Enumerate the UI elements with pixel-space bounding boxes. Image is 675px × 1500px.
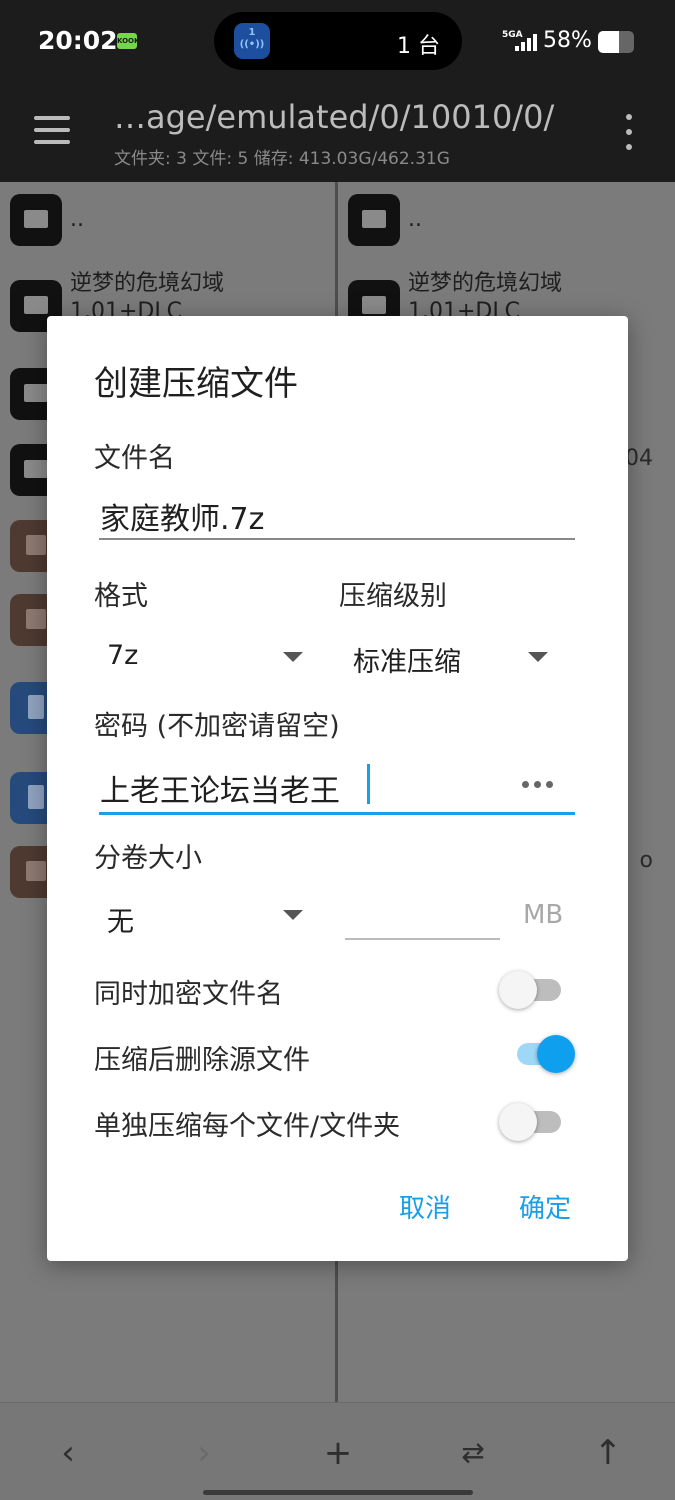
encrypt-filenames-label: 同时加密文件名 xyxy=(94,979,283,1010)
encrypt-filenames-toggle[interactable] xyxy=(499,970,565,1010)
filename-field[interactable]: 家庭教师.7z xyxy=(100,494,264,538)
cancel-button[interactable]: 取消 xyxy=(399,1188,451,1225)
swap-icon[interactable]: ⇄ xyxy=(453,1433,493,1473)
list-item[interactable]: .. xyxy=(338,192,675,256)
file-meta: o xyxy=(639,848,653,873)
toolbar: …age/emulated/0/10010/0/ 文件夹: 3 文件: 5 储存… xyxy=(0,86,675,182)
confirm-button[interactable]: 确定 xyxy=(519,1188,571,1225)
current-path[interactable]: …age/emulated/0/10010/0/ xyxy=(114,98,554,136)
delete-source-toggle[interactable] xyxy=(511,1034,577,1074)
status-bar: 20:02 KOOK 1 ((•)) 1 台 5GA 58% xyxy=(0,0,675,86)
signal-icon xyxy=(515,33,537,51)
menu-icon[interactable] xyxy=(34,116,70,144)
dynamic-island[interactable]: 1 ((•)) 1 台 xyxy=(214,12,462,70)
path-stats: 文件夹: 3 文件: 5 储存: 413.03G/462.31G xyxy=(114,149,450,169)
password-underline xyxy=(99,812,575,815)
password-label: 密码 (不加密请留空) xyxy=(94,711,340,742)
dialog-title: 创建压缩文件 xyxy=(94,364,298,404)
file-name: .. xyxy=(70,207,84,232)
folder-icon xyxy=(10,194,62,246)
volume-size-underline xyxy=(345,938,500,940)
hotspot-icon: 1 ((•)) xyxy=(234,23,270,59)
volume-size-input[interactable] xyxy=(345,896,500,936)
battery-percent: 58% xyxy=(543,28,592,53)
password-field[interactable]: 上老王论坛当老王 xyxy=(100,766,340,810)
list-item[interactable]: .. xyxy=(0,192,335,256)
compression-level-label: 压缩级别 xyxy=(339,581,447,612)
kook-badge-icon: KOOK xyxy=(117,33,139,49)
compress-each-separately-toggle[interactable] xyxy=(499,1102,565,1142)
format-label: 格式 xyxy=(94,581,148,612)
volume-size-value: 无 xyxy=(107,907,134,938)
dropdown-arrow-icon xyxy=(283,652,303,662)
more-options-icon[interactable] xyxy=(624,114,634,150)
compression-level-value: 标准压缩 xyxy=(353,647,461,678)
chevron-left-icon[interactable]: ‹ xyxy=(48,1433,88,1473)
dropdown-arrow-icon xyxy=(528,652,548,662)
create-archive-dialog: 创建压缩文件 文件名 家庭教师.7z 格式 压缩级别 7z 标准压缩 密码 (不… xyxy=(47,316,628,1261)
bottom-nav-bar: ‹ › + ⇄ ↑ xyxy=(0,1402,675,1500)
folder-icon xyxy=(348,194,400,246)
chevron-right-icon[interactable]: › xyxy=(184,1433,224,1473)
file-meta: 04 xyxy=(625,446,653,471)
connected-device-count: 1 台 xyxy=(397,34,440,59)
file-name: .. xyxy=(408,207,422,232)
filename-label: 文件名 xyxy=(94,443,175,474)
plus-icon[interactable]: + xyxy=(318,1433,358,1473)
text-cursor xyxy=(367,764,370,804)
filename-underline xyxy=(99,538,575,540)
compress-each-separately-label: 单独压缩每个文件/文件夹 xyxy=(94,1111,401,1142)
delete-source-label: 压缩后删除源文件 xyxy=(94,1045,310,1076)
dropdown-arrow-icon xyxy=(283,910,303,920)
home-indicator[interactable] xyxy=(203,1490,473,1495)
status-time: 20:02 xyxy=(38,26,118,55)
format-value: 7z xyxy=(107,640,139,671)
volume-unit: MB xyxy=(523,900,564,930)
arrow-up-icon[interactable]: ↑ xyxy=(588,1433,628,1473)
volume-size-label: 分卷大小 xyxy=(94,843,202,874)
battery-icon xyxy=(598,31,634,53)
password-visibility-icon[interactable] xyxy=(520,779,556,789)
